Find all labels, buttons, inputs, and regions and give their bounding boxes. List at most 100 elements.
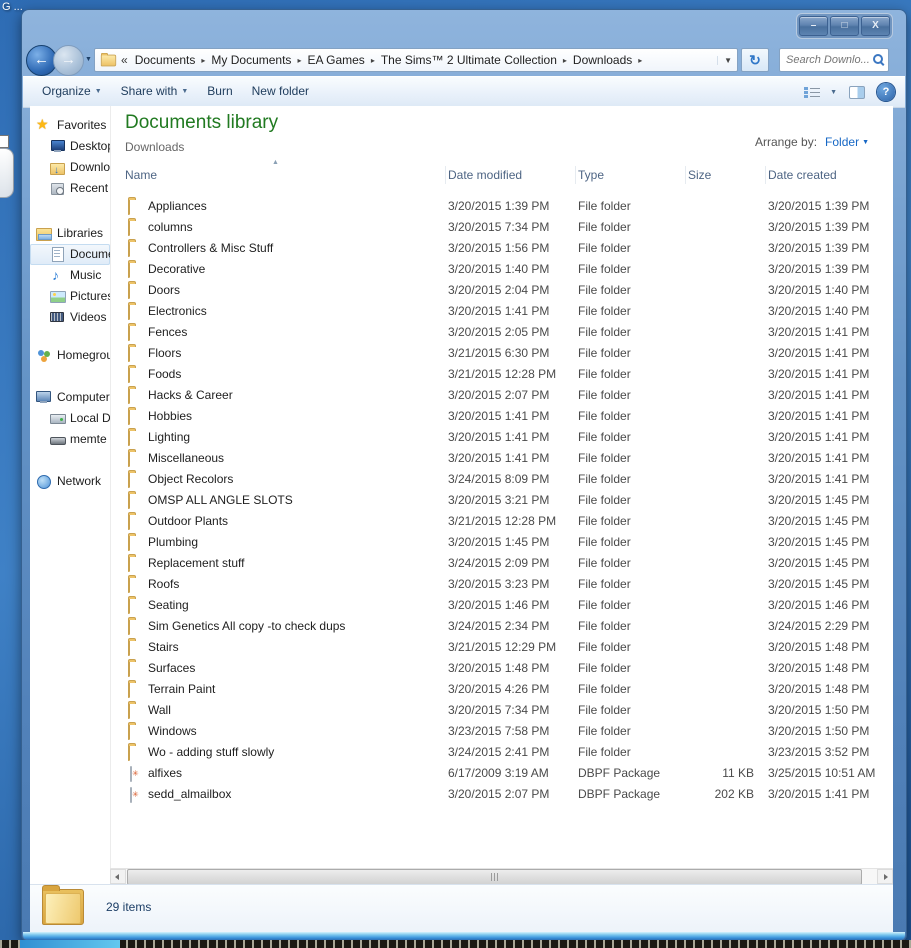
- folder-icon: [128, 367, 130, 383]
- table-row[interactable]: Floors3/21/2015 6:30 PMFile folder3/20/2…: [110, 343, 893, 364]
- cell-name: columns: [148, 217, 193, 238]
- table-row[interactable]: Sim Genetics All copy -to check dups3/24…: [110, 616, 893, 637]
- column-divider[interactable]: [575, 166, 576, 184]
- breadcrumb-item[interactable]: EA Games: [305, 53, 366, 67]
- change-view-button[interactable]: ▼: [804, 86, 837, 98]
- sidebar-item-network[interactable]: Network: [30, 471, 110, 492]
- sidebar-item-label: Desktop: [70, 139, 111, 153]
- toolbar-item-share-with[interactable]: Share with▼: [121, 77, 189, 106]
- table-row[interactable]: Seating3/20/2015 1:46 PMFile folder3/20/…: [110, 595, 893, 616]
- table-row[interactable]: Plumbing3/20/2015 1:45 PMFile folder3/20…: [110, 532, 893, 553]
- sidebar-item-favorites[interactable]: Favorites: [30, 115, 110, 136]
- table-row[interactable]: Hacks & Career3/20/2015 2:07 PMFile fold…: [110, 385, 893, 406]
- column-header-name[interactable]: Name: [125, 162, 157, 188]
- table-row[interactable]: OMSP ALL ANGLE SLOTS3/20/2015 3:21 PMFil…: [110, 490, 893, 511]
- cell-date-created: 3/20/2015 1:41 PM: [768, 427, 869, 448]
- cell-type: File folder: [578, 364, 631, 385]
- history-dropdown-icon[interactable]: ▼: [85, 56, 92, 63]
- column-divider[interactable]: [445, 166, 446, 184]
- table-row[interactable]: sedd_almailbox3/20/2015 2:07 PMDBPF Pack…: [110, 784, 893, 805]
- table-row[interactable]: Miscellaneous3/20/2015 1:41 PMFile folde…: [110, 448, 893, 469]
- cell-date-created: 3/20/2015 1:45 PM: [768, 490, 869, 511]
- views-dropdown-icon[interactable]: ▼: [830, 89, 837, 96]
- table-row[interactable]: Fences3/20/2015 2:05 PMFile folder3/20/2…: [110, 322, 893, 343]
- sidebar-item-computer[interactable]: Computer: [30, 387, 110, 408]
- sidebar-item-music[interactable]: Music: [30, 265, 110, 286]
- sidebar-item-label: Homegroup: [57, 348, 111, 362]
- table-row[interactable]: Wall3/20/2015 7:34 PMFile folder3/20/201…: [110, 700, 893, 721]
- table-row[interactable]: alfixes6/17/2009 3:19 AMDBPF Package11 K…: [110, 763, 893, 784]
- help-button[interactable]: ?: [877, 83, 895, 101]
- breadcrumb-overflow-chevron[interactable]: «: [121, 53, 128, 67]
- breadcrumb-item[interactable]: Documents: [133, 53, 198, 67]
- arrange-by[interactable]: Arrange by:Folder▼: [755, 135, 869, 149]
- search-input[interactable]: [784, 53, 872, 67]
- column-header-date-created[interactable]: Date created: [768, 162, 837, 188]
- sidebar-item-documents[interactable]: Documents: [30, 244, 110, 265]
- table-row[interactable]: Hobbies3/20/2015 1:41 PMFile folder3/20/…: [110, 406, 893, 427]
- table-row[interactable]: columns3/20/2015 7:34 PMFile folder3/20/…: [110, 217, 893, 238]
- table-row[interactable]: Windows3/23/2015 7:58 PMFile folder3/20/…: [110, 721, 893, 742]
- cell-type: File folder: [578, 595, 631, 616]
- cell-date-created: 3/20/2015 1:41 PM: [768, 364, 869, 385]
- sidebar-item-homegroup[interactable]: Homegroup: [30, 345, 110, 366]
- toolbar-item-burn[interactable]: Burn: [207, 77, 232, 105]
- arrange-by-value[interactable]: Folder: [825, 135, 859, 149]
- column-header-type[interactable]: Type: [578, 162, 604, 188]
- table-row[interactable]: Roofs3/20/2015 3:23 PMFile folder3/20/20…: [110, 574, 893, 595]
- preview-pane-button[interactable]: [849, 86, 865, 99]
- table-row[interactable]: Decorative3/20/2015 1:40 PMFile folder3/…: [110, 259, 893, 280]
- search-box[interactable]: [779, 48, 889, 72]
- sidebar-item-pictures[interactable]: Pictures: [30, 286, 110, 307]
- toolbar-item-organize[interactable]: Organize▼: [42, 77, 102, 106]
- column-divider[interactable]: [685, 166, 686, 184]
- table-row[interactable]: Wo - adding stuff slowly3/24/2015 2:41 P…: [110, 742, 893, 763]
- sidebar-item-libraries[interactable]: Libraries: [30, 223, 110, 244]
- cell-date-modified: 3/23/2015 7:58 PM: [448, 721, 549, 742]
- table-row[interactable]: Object Recolors3/24/2015 8:09 PMFile fol…: [110, 469, 893, 490]
- table-row[interactable]: Controllers & Misc Stuff3/20/2015 1:56 P…: [110, 238, 893, 259]
- forward-button[interactable]: →: [53, 45, 84, 76]
- arrange-dropdown-icon[interactable]: ▼: [862, 139, 869, 146]
- breadcrumb-item[interactable]: Downloads: [571, 53, 634, 67]
- minimize-button[interactable]: –: [799, 16, 828, 36]
- cell-name: Fences: [148, 322, 187, 343]
- scroll-right-arrow[interactable]: [877, 869, 893, 884]
- refresh-button[interactable]: ↻: [741, 48, 769, 72]
- sidebar-item-desktop[interactable]: Desktop: [30, 136, 110, 157]
- cell-name: Electronics: [148, 301, 207, 322]
- table-row[interactable]: Appliances3/20/2015 1:39 PMFile folder3/…: [110, 196, 893, 217]
- table-row[interactable]: Lighting3/20/2015 1:41 PMFile folder3/20…: [110, 427, 893, 448]
- sidebar-item-downloads[interactable]: Downloads: [30, 157, 110, 178]
- cell-name: Plumbing: [148, 532, 198, 553]
- sidebar-item-local-disk[interactable]: Local Disk: [30, 408, 110, 429]
- cell-date-modified: 3/21/2015 12:29 PM: [448, 637, 556, 658]
- table-row[interactable]: Surfaces3/20/2015 1:48 PMFile folder3/20…: [110, 658, 893, 679]
- address-bar[interactable]: « Documents▸My Documents▸EA Games▸The Si…: [94, 48, 738, 72]
- column-header-date-modified[interactable]: Date modified: [448, 162, 522, 188]
- partial-desktop-icon[interactable]: [0, 148, 14, 198]
- table-row[interactable]: Terrain Paint3/20/2015 4:26 PMFile folde…: [110, 679, 893, 700]
- scrollbar-thumb[interactable]: [127, 869, 862, 885]
- table-row[interactable]: Foods3/21/2015 12:28 PMFile folder3/20/2…: [110, 364, 893, 385]
- breadcrumb-item[interactable]: The Sims™ 2 Ultimate Collection: [379, 53, 559, 67]
- table-row[interactable]: Stairs3/21/2015 12:29 PMFile folder3/20/…: [110, 637, 893, 658]
- table-row[interactable]: Doors3/20/2015 2:04 PMFile folder3/20/20…: [110, 280, 893, 301]
- search-icon[interactable]: [872, 53, 884, 67]
- scroll-left-arrow[interactable]: [110, 869, 126, 884]
- sidebar-item-videos[interactable]: Videos: [30, 307, 110, 328]
- table-row[interactable]: Electronics3/20/2015 1:41 PMFile folder3…: [110, 301, 893, 322]
- column-divider[interactable]: [765, 166, 766, 184]
- sidebar-item-memte[interactable]: memte: [30, 429, 110, 450]
- close-button[interactable]: X: [861, 16, 890, 36]
- column-header-size[interactable]: Size: [688, 162, 711, 188]
- address-dropdown-icon[interactable]: ▼: [717, 56, 732, 65]
- maximize-button[interactable]: □: [830, 16, 859, 36]
- breadcrumb-item[interactable]: My Documents: [209, 53, 293, 67]
- toolbar-item-new-folder[interactable]: New folder: [252, 77, 309, 105]
- horizontal-scrollbar[interactable]: [110, 868, 893, 885]
- sidebar-item-label: Pictures: [70, 289, 111, 303]
- sidebar-item-recent-places[interactable]: Recent Places: [30, 178, 110, 199]
- table-row[interactable]: Replacement stuff3/24/2015 2:09 PMFile f…: [110, 553, 893, 574]
- table-row[interactable]: Outdoor Plants3/21/2015 12:28 PMFile fol…: [110, 511, 893, 532]
